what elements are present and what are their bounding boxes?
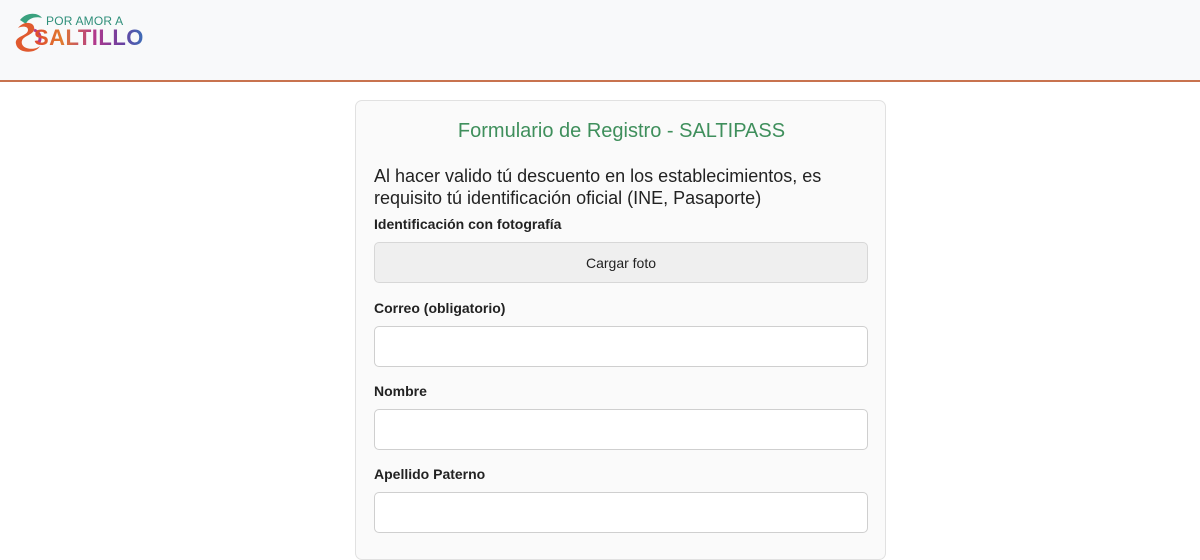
upload-photo-button[interactable]: Cargar foto [374,242,868,283]
first-name-label: Nombre [374,383,427,399]
last-name-field[interactable] [374,492,868,533]
last-name-label: Apellido Paterno [374,466,486,482]
form-title: Formulario de Registro - SALTIPASS [457,120,786,142]
form-intro-text: Al hacer valido tú descuento en los esta… [374,166,822,208]
site-header: POR AMOR A SALTILLO [0,0,1200,82]
first-name-field[interactable] [374,409,868,450]
registration-form-card: Formulario de Registro - SALTIPASS Al ha… [355,100,886,560]
email-field[interactable] [374,326,868,367]
photo-id-label: Identificación con fotografía [374,216,562,232]
por-amor-a-saltillo-logo[interactable]: POR AMOR A SALTILLO [14,10,143,54]
email-label: Correo (obligatorio) [374,300,506,316]
logo-bottom-text: SALTILLO [34,25,144,50]
